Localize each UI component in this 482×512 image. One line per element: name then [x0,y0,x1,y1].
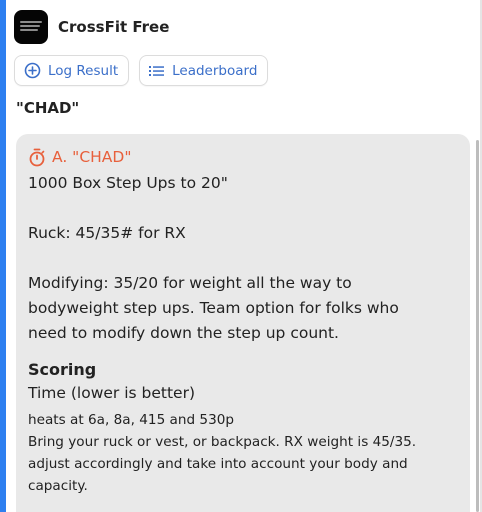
workout-label: A. "CHAD" [52,148,132,166]
workout-card: A. "CHAD" 1000 Box Step Ups to 20" Ruck:… [16,134,470,512]
page-title: "CHAD" [16,99,80,117]
window-edge-accent [0,0,6,512]
scoring-type: Time (lower is better) [28,384,196,402]
plus-circle-icon [24,62,41,79]
leaderboard-label: Leaderboard [172,62,258,79]
scoring-heading: Scoring [28,360,97,379]
app-logo[interactable] [14,10,48,44]
workout-notes: heats at 6a, 8a, 415 and 530p Bring your… [28,412,417,494]
app-title: CrossFit Free [58,18,170,36]
action-bar: Log Result Leaderboard [14,55,269,86]
workout-description: 1000 Box Step Ups to 20" Ruck: 45/35# fo… [28,174,399,342]
list-icon [149,64,165,78]
stopwatch-icon [28,148,46,167]
log-result-button[interactable]: Log Result [14,55,130,86]
scrollbar[interactable] [476,140,479,512]
leaderboard-button[interactable]: Leaderboard [139,55,269,86]
log-result-label: Log Result [48,62,119,79]
workout-header: A. "CHAD" [28,146,458,168]
app-header: CrossFit Free [14,10,169,44]
